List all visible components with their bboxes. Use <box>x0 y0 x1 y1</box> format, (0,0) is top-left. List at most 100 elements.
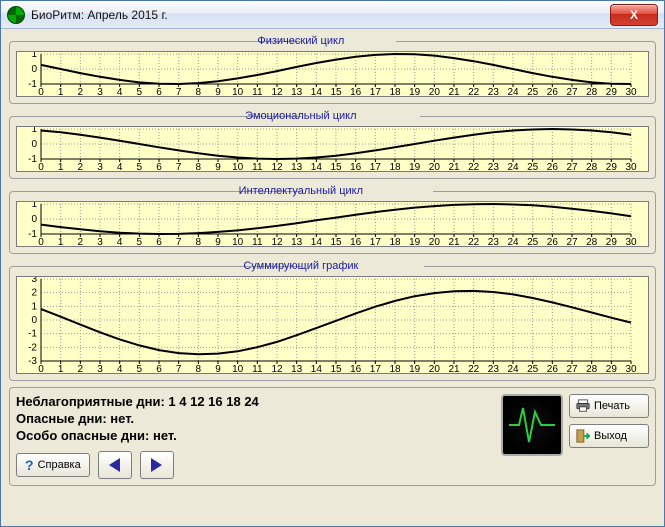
exit-icon <box>576 429 590 443</box>
svg-text:9: 9 <box>215 87 221 96</box>
svg-text:0: 0 <box>31 214 37 225</box>
svg-text:20: 20 <box>429 162 441 171</box>
svg-text:15: 15 <box>330 87 342 96</box>
info-controls: ? Справка <box>16 451 495 479</box>
svg-text:1: 1 <box>58 237 64 246</box>
svg-text:-1: -1 <box>28 79 37 90</box>
intellect-chart: -101012345678910111213141516171819202122… <box>16 201 649 247</box>
print-button[interactable]: Печать <box>569 394 649 418</box>
close-icon: X <box>630 8 638 22</box>
svg-text:27: 27 <box>566 87 578 96</box>
svg-text:21: 21 <box>448 364 460 373</box>
heartbeat-icon <box>501 394 563 456</box>
svg-text:30: 30 <box>625 237 637 246</box>
svg-text:28: 28 <box>586 162 598 171</box>
svg-text:23: 23 <box>488 237 500 246</box>
app-icon <box>7 6 25 24</box>
svg-text:20: 20 <box>429 364 441 373</box>
physical-title: Физический цикл <box>253 35 348 47</box>
svg-text:0: 0 <box>38 162 44 171</box>
svg-text:7: 7 <box>176 364 182 373</box>
app-window: БиоРитм: Апрель 2015 г. X Физический цик… <box>0 0 665 527</box>
svg-text:15: 15 <box>330 237 342 246</box>
svg-text:15: 15 <box>330 364 342 373</box>
svg-text:23: 23 <box>488 87 500 96</box>
svg-text:23: 23 <box>488 364 500 373</box>
svg-text:28: 28 <box>586 364 598 373</box>
svg-text:26: 26 <box>547 87 559 96</box>
svg-text:10: 10 <box>232 87 244 96</box>
svg-text:16: 16 <box>350 237 362 246</box>
svg-text:18: 18 <box>389 364 401 373</box>
physical-panel: Физический цикл -10101234567891011121314… <box>9 35 656 104</box>
titlebar: БиоРитм: Апрель 2015 г. X <box>1 1 664 29</box>
emotional-chart: -101012345678910111213141516171819202122… <box>16 126 649 172</box>
svg-text:5: 5 <box>137 87 143 96</box>
print-label: Печать <box>594 400 630 412</box>
svg-text:1: 1 <box>31 52 37 60</box>
svg-text:16: 16 <box>350 364 362 373</box>
svg-text:18: 18 <box>389 162 401 171</box>
svg-text:5: 5 <box>137 237 143 246</box>
svg-text:27: 27 <box>566 364 578 373</box>
next-button[interactable] <box>140 451 174 479</box>
svg-text:11: 11 <box>252 162 263 171</box>
svg-text:4: 4 <box>117 237 123 246</box>
svg-text:19: 19 <box>409 364 421 373</box>
svg-text:14: 14 <box>311 237 323 246</box>
client-area: Физический цикл -10101234567891011121314… <box>1 29 664 494</box>
help-button[interactable]: ? Справка <box>16 453 90 477</box>
svg-text:18: 18 <box>389 87 401 96</box>
svg-text:30: 30 <box>625 87 637 96</box>
svg-text:27: 27 <box>566 162 578 171</box>
exit-button[interactable]: Выход <box>569 424 649 448</box>
close-button[interactable]: X <box>610 4 658 26</box>
svg-text:25: 25 <box>527 87 539 96</box>
svg-text:6: 6 <box>156 364 162 373</box>
svg-text:14: 14 <box>311 87 323 96</box>
svg-text:7: 7 <box>176 87 182 96</box>
svg-text:6: 6 <box>156 87 162 96</box>
svg-text:24: 24 <box>507 364 519 373</box>
prev-button[interactable] <box>98 451 132 479</box>
svg-text:3: 3 <box>97 162 103 171</box>
svg-text:8: 8 <box>196 162 202 171</box>
svg-text:3: 3 <box>97 237 103 246</box>
svg-text:-3: -3 <box>28 356 37 367</box>
summary-chart: -3-2-10123012345678910111213141516171819… <box>16 276 649 374</box>
svg-text:8: 8 <box>196 364 202 373</box>
svg-text:2: 2 <box>78 162 84 171</box>
emotional-panel: Эмоциональный цикл -10101234567891011121… <box>9 110 656 179</box>
svg-text:25: 25 <box>527 364 539 373</box>
svg-text:4: 4 <box>117 87 123 96</box>
exit-label: Выход <box>594 430 627 442</box>
svg-text:5: 5 <box>137 162 143 171</box>
printer-icon <box>576 399 590 413</box>
svg-text:3: 3 <box>31 277 37 285</box>
svg-text:0: 0 <box>38 87 44 96</box>
arrow-left-icon <box>109 458 120 472</box>
svg-text:19: 19 <box>409 162 421 171</box>
svg-text:26: 26 <box>547 364 559 373</box>
svg-text:24: 24 <box>507 87 519 96</box>
physical-chart: -101012345678910111213141516171819202122… <box>16 51 649 97</box>
svg-text:5: 5 <box>137 364 143 373</box>
svg-text:8: 8 <box>196 87 202 96</box>
svg-text:26: 26 <box>547 162 559 171</box>
svg-text:20: 20 <box>429 87 441 96</box>
svg-text:2: 2 <box>78 87 84 96</box>
svg-text:30: 30 <box>625 364 637 373</box>
svg-text:22: 22 <box>468 87 480 96</box>
svg-text:-2: -2 <box>28 342 37 353</box>
svg-text:17: 17 <box>370 162 382 171</box>
question-icon: ? <box>25 457 34 473</box>
svg-text:11: 11 <box>252 364 263 373</box>
svg-text:29: 29 <box>606 87 618 96</box>
svg-text:29: 29 <box>606 364 618 373</box>
svg-text:12: 12 <box>271 364 283 373</box>
svg-text:21: 21 <box>448 87 460 96</box>
bad-days-label: Неблагоприятные дни: <box>16 394 165 409</box>
right-buttons: Печать Выход <box>569 394 649 479</box>
svg-text:0: 0 <box>31 64 37 75</box>
svg-text:9: 9 <box>215 162 221 171</box>
